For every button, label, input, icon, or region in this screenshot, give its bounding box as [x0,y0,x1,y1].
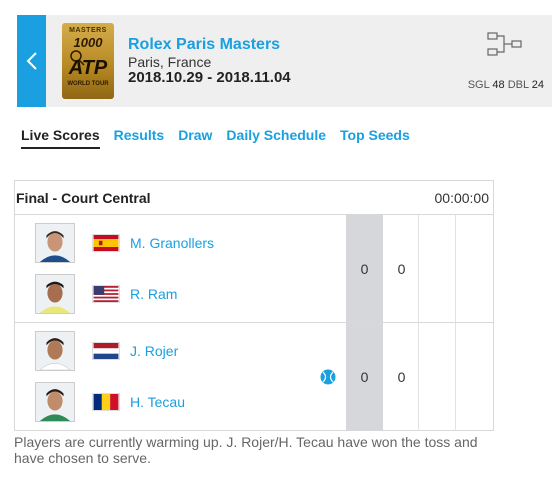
logo-atp-text: ATP [68,57,108,79]
game-score: 0 [397,369,406,385]
player-name-link[interactable]: J. Rojer [130,343,178,359]
tab-live-scores[interactable]: Live Scores [21,127,100,149]
logo-tour-text: WORLD TOUR [67,81,109,87]
player-row: J. Rojer [35,331,178,371]
match-card: Final - Court Central 00:00:00 M. Granol… [14,180,494,431]
team-row: J. Rojer H. Tecau 0 0 [15,323,493,431]
tournament-tabs: Live Scores Results Draw Daily Schedule … [21,127,424,149]
player-name-link[interactable]: M. Granollers [130,235,214,251]
player-avatar[interactable] [35,223,75,263]
dbl-count: 24 [531,79,544,91]
tournament-name-link[interactable]: Rolex Paris Masters [128,36,280,54]
dbl-label: DBL [507,79,529,91]
usa-flag [92,285,120,303]
bracket-icon[interactable] [487,32,523,56]
player-avatar[interactable] [35,331,75,371]
tournament-logo: MASTERS 1000 ATP WORLD TOUR [62,23,114,99]
sgl-label: SGL [467,79,490,91]
player-row: H. Tecau [35,382,185,422]
match-status-message: Players are currently warming up. J. Roj… [14,434,478,466]
set-score: 0 [360,261,369,277]
match-time: 00:00:00 [434,189,490,206]
netherlands-flag [92,342,120,360]
back-button[interactable] [17,15,46,107]
player-row: M. Granollers [35,223,214,263]
team-row: M. Granollers R. Ram 0 0 [15,215,493,323]
game-score: 0 [397,261,406,277]
player-name-link[interactable]: R. Ram [130,286,177,302]
player-name-link[interactable]: H. Tecau [130,394,185,410]
tournament-dates: 2018.10.29 - 2018.11.04 [128,69,291,86]
tournament-header: MASTERS 1000 ATP WORLD TOUR Rolex Paris … [17,15,552,107]
set-score: 0 [360,369,369,385]
match-round: Final - Court Central [16,189,151,206]
romania-flag [92,393,120,411]
tab-daily-schedule[interactable]: Daily Schedule [226,127,326,149]
tab-results[interactable]: Results [114,127,165,149]
spain-flag [92,234,120,252]
serving-ball-icon [320,369,336,385]
sgl-count: 48 [492,79,505,91]
draw-counts: SGL 48 DBL 24 [468,79,544,91]
player-avatar[interactable] [35,274,75,314]
player-row: R. Ram [35,274,177,314]
tab-draw[interactable]: Draw [178,127,212,149]
match-header: Final - Court Central 00:00:00 [15,181,493,215]
tournament-location: Paris, France [128,54,212,70]
tab-top-seeds[interactable]: Top Seeds [340,127,410,149]
chevron-left-icon [26,52,37,70]
player-avatar[interactable] [35,382,75,422]
